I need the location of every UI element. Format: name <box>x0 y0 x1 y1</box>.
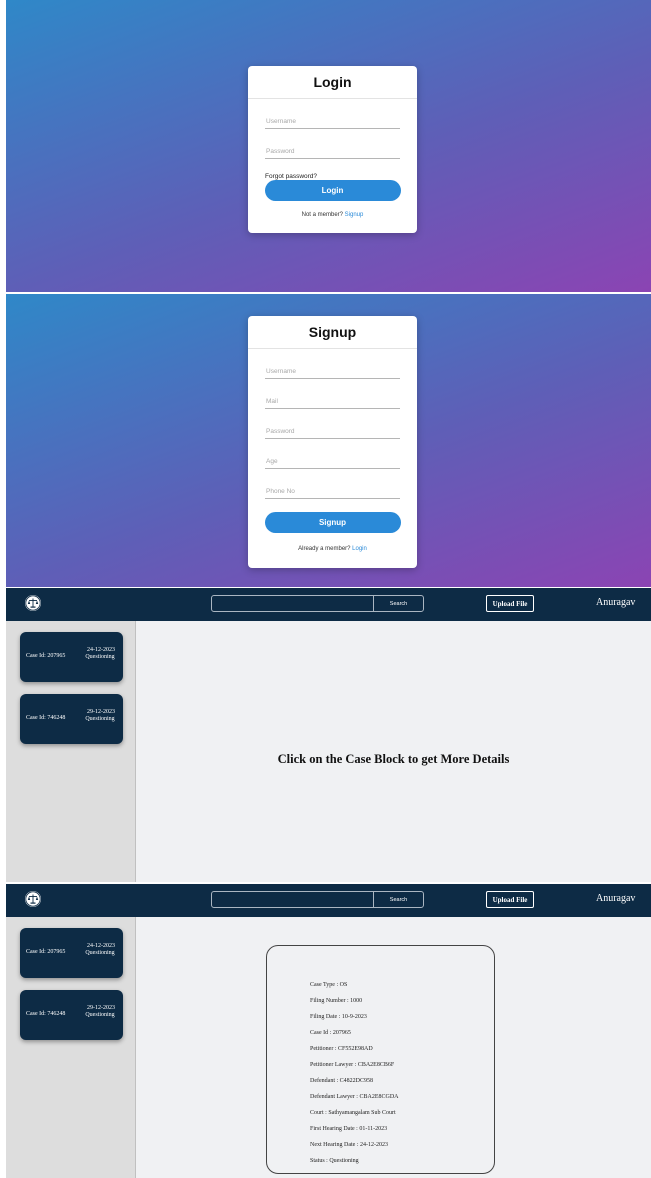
detail-filing-date: Filing Date : 10-9-2023 <box>310 1014 367 1020</box>
dashboard-case-details: Search Upload File Anuragav Case Id: 207… <box>6 884 651 1178</box>
detail-defendant-lawyer: Defendant Lawyer : CBA2E8CGDA <box>310 1094 399 1100</box>
case-status: Questioning <box>85 950 115 956</box>
signup-username-input[interactable] <box>265 368 401 376</box>
signup-button[interactable]: Signup <box>264 512 401 533</box>
user-name[interactable]: Anuragav <box>596 597 635 608</box>
detail-first-hearing-date: First Hearing Date : 01-11-2023 <box>310 1126 388 1132</box>
signup-prompt-text: Not a member? <box>301 212 343 218</box>
login-link[interactable]: Login <box>352 546 367 552</box>
scales-of-justice-icon[interactable] <box>25 891 41 907</box>
case-status: Questioning <box>85 654 115 660</box>
login-screen: Login Forgot password? Login Not a membe… <box>6 0 651 292</box>
search-input[interactable] <box>212 892 375 907</box>
login-button[interactable]: Login <box>264 180 401 201</box>
detail-case-type: Case Type : OS <box>310 982 348 988</box>
main-content: Case Type : OS Filing Number : 1000 Fili… <box>136 917 651 1178</box>
signup-username-field <box>265 349 401 379</box>
detail-case-id: Case Id : 207965 <box>310 1030 351 1036</box>
login-password-input[interactable] <box>265 148 401 156</box>
login-username-input[interactable] <box>265 118 401 126</box>
login-card: Login Forgot password? Login Not a membe… <box>248 66 417 233</box>
search-bar: Search <box>211 891 424 908</box>
case-status: Questioning <box>85 716 115 722</box>
case-id: Case Id: 207965 <box>26 653 66 659</box>
login-prompt-text: Already a member? <box>298 546 351 552</box>
case-sidebar: Case Id: 207965 24-12-2023 Questioning C… <box>6 917 136 1178</box>
search-button[interactable]: Search <box>373 892 423 907</box>
detail-status: Status : Questioning <box>310 1158 359 1164</box>
case-id: Case Id: 207965 <box>26 949 66 955</box>
case-date: 29-12-2023 <box>87 709 115 715</box>
case-card-746248[interactable]: Case Id: 746248 29-12-2023 Questioning <box>20 694 123 744</box>
user-name[interactable]: Anuragav <box>596 893 635 904</box>
login-title: Login <box>248 66 417 99</box>
login-password-field <box>265 129 401 159</box>
signup-phone-input[interactable] <box>265 488 401 496</box>
search-button[interactable]: Search <box>373 596 423 611</box>
signup-screen: Signup Signup Already a member? Login <box>6 294 651 587</box>
empty-state-message: Click on the Case Block to get More Deta… <box>277 752 510 766</box>
signup-mail-field <box>265 379 401 409</box>
signup-age-field <box>265 439 401 469</box>
upload-file-button[interactable]: Upload File <box>486 595 534 612</box>
signup-title: Signup <box>248 316 417 349</box>
main-content: Click on the Case Block to get More Deta… <box>136 621 651 882</box>
detail-petitioner: Petitioner : CF552E98AD <box>310 1046 373 1052</box>
search-bar: Search <box>211 595 424 612</box>
case-card-207965[interactable]: Case Id: 207965 24-12-2023 Questioning <box>20 632 123 682</box>
signup-age-input[interactable] <box>265 458 401 466</box>
detail-filing-number: Filing Number : 1000 <box>310 998 363 1004</box>
navbar: Search Upload File Anuragav <box>6 884 651 917</box>
detail-court: Court : Sathyamangalam Sub Court <box>310 1110 396 1116</box>
upload-file-button[interactable]: Upload File <box>486 891 534 908</box>
signup-prompt: Not a member? Signup <box>248 212 417 218</box>
scales-of-justice-icon[interactable] <box>25 595 41 611</box>
case-date: 24-12-2023 <box>87 943 115 949</box>
detail-defendant: Defendant : C4822DC958 <box>310 1078 373 1084</box>
case-date: 29-12-2023 <box>87 1005 115 1011</box>
login-username-field <box>265 99 401 129</box>
case-status: Questioning <box>85 1012 115 1018</box>
signup-card: Signup Signup Already a member? Login <box>248 316 417 568</box>
navbar: Search Upload File Anuragav <box>6 588 651 621</box>
case-id: Case Id: 746248 <box>26 715 66 721</box>
login-prompt: Already a member? Login <box>248 546 417 552</box>
case-id: Case Id: 746248 <box>26 1011 66 1017</box>
detail-next-hearing-date: Next Hearing Date : 24-12-2023 <box>310 1142 388 1148</box>
case-card-207965[interactable]: Case Id: 207965 24-12-2023 Questioning <box>20 928 123 978</box>
search-input[interactable] <box>212 596 375 611</box>
detail-petitioner-lawyer: Petitioner Lawyer : CBA2E8CB6F <box>310 1062 395 1068</box>
dashboard-empty-state: Search Upload File Anuragav Case Id: 207… <box>6 588 651 882</box>
forgot-password-link[interactable]: Forgot password? <box>265 173 417 180</box>
signup-password-field <box>265 409 401 439</box>
signup-phone-field <box>265 469 401 499</box>
signup-password-input[interactable] <box>265 428 401 436</box>
case-date: 24-12-2023 <box>87 647 115 653</box>
case-sidebar: Case Id: 207965 24-12-2023 Questioning C… <box>6 621 136 882</box>
signup-link[interactable]: Signup <box>345 212 364 218</box>
signup-mail-input[interactable] <box>265 398 401 406</box>
case-details-card: Case Type : OS Filing Number : 1000 Fili… <box>266 945 495 1174</box>
case-card-746248[interactable]: Case Id: 746248 29-12-2023 Questioning <box>20 990 123 1040</box>
